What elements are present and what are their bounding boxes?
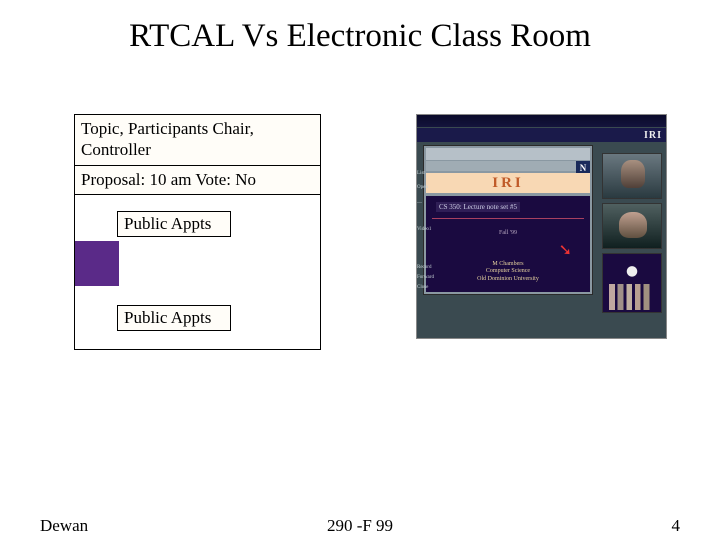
side-label: Video1: [417, 227, 437, 232]
side-label: Close: [417, 285, 437, 290]
author-line: M Chambers: [426, 261, 590, 269]
video-thumb-3: [602, 253, 662, 313]
side-label: —: [417, 201, 437, 206]
footer-page: 4: [672, 516, 681, 536]
toolbar-row-2: [426, 161, 590, 171]
shared-slide: CS 350: Lecture note set #5 Fall '99 ➘ M…: [426, 196, 590, 292]
divider-line: [432, 218, 584, 219]
video-thumb-2: [602, 203, 662, 249]
slide: RTCAL Vs Electronic Class Room Topic, Pa…: [0, 0, 720, 540]
public-appt-2: Public Appts: [117, 305, 231, 331]
side-label: Open: [417, 185, 437, 190]
shared-slide-term: Fall '99: [426, 230, 590, 236]
slide-title: RTCAL Vs Electronic Class Room: [0, 18, 720, 55]
public-appt-1: Public Appts: [117, 211, 231, 237]
banner-brand: IRI: [644, 130, 662, 141]
footer-course: 290 -F 99: [0, 516, 720, 536]
window-titlebar: [417, 115, 666, 127]
classroom-screenshot: IRI N IRI CS 350: Lecture note set #5 Fa…: [416, 114, 667, 339]
toolbar-row-1: [426, 148, 590, 160]
shared-slide-footer: M Chambers Computer Science Old Dominion…: [426, 261, 590, 284]
banner-bar: IRI: [417, 128, 666, 142]
rtcal-panel: Topic, Participants Chair, Controller Pr…: [74, 114, 321, 350]
side-label: List: [417, 171, 437, 176]
topic-box: Topic, Participants Chair, Controller: [74, 114, 321, 166]
side-label: Forward: [417, 275, 437, 280]
proposal-box: Proposal: 10 am Vote: No: [74, 165, 321, 195]
pointer-arrow-icon: ➘: [559, 240, 572, 260]
side-label: Record: [417, 265, 437, 270]
shared-window: N IRI CS 350: Lecture note set #5 Fall '…: [423, 145, 593, 295]
app-logo: IRI: [426, 173, 590, 193]
univ-line: Old Dominion University: [426, 276, 590, 284]
shared-slide-title: CS 350: Lecture note set #5: [436, 202, 520, 212]
dept-line: Computer Science: [426, 268, 590, 276]
calendar-grid: Public Appts Public Appts: [74, 194, 321, 350]
private-appt-block: [75, 241, 119, 286]
video-thumb-1: [602, 153, 662, 199]
